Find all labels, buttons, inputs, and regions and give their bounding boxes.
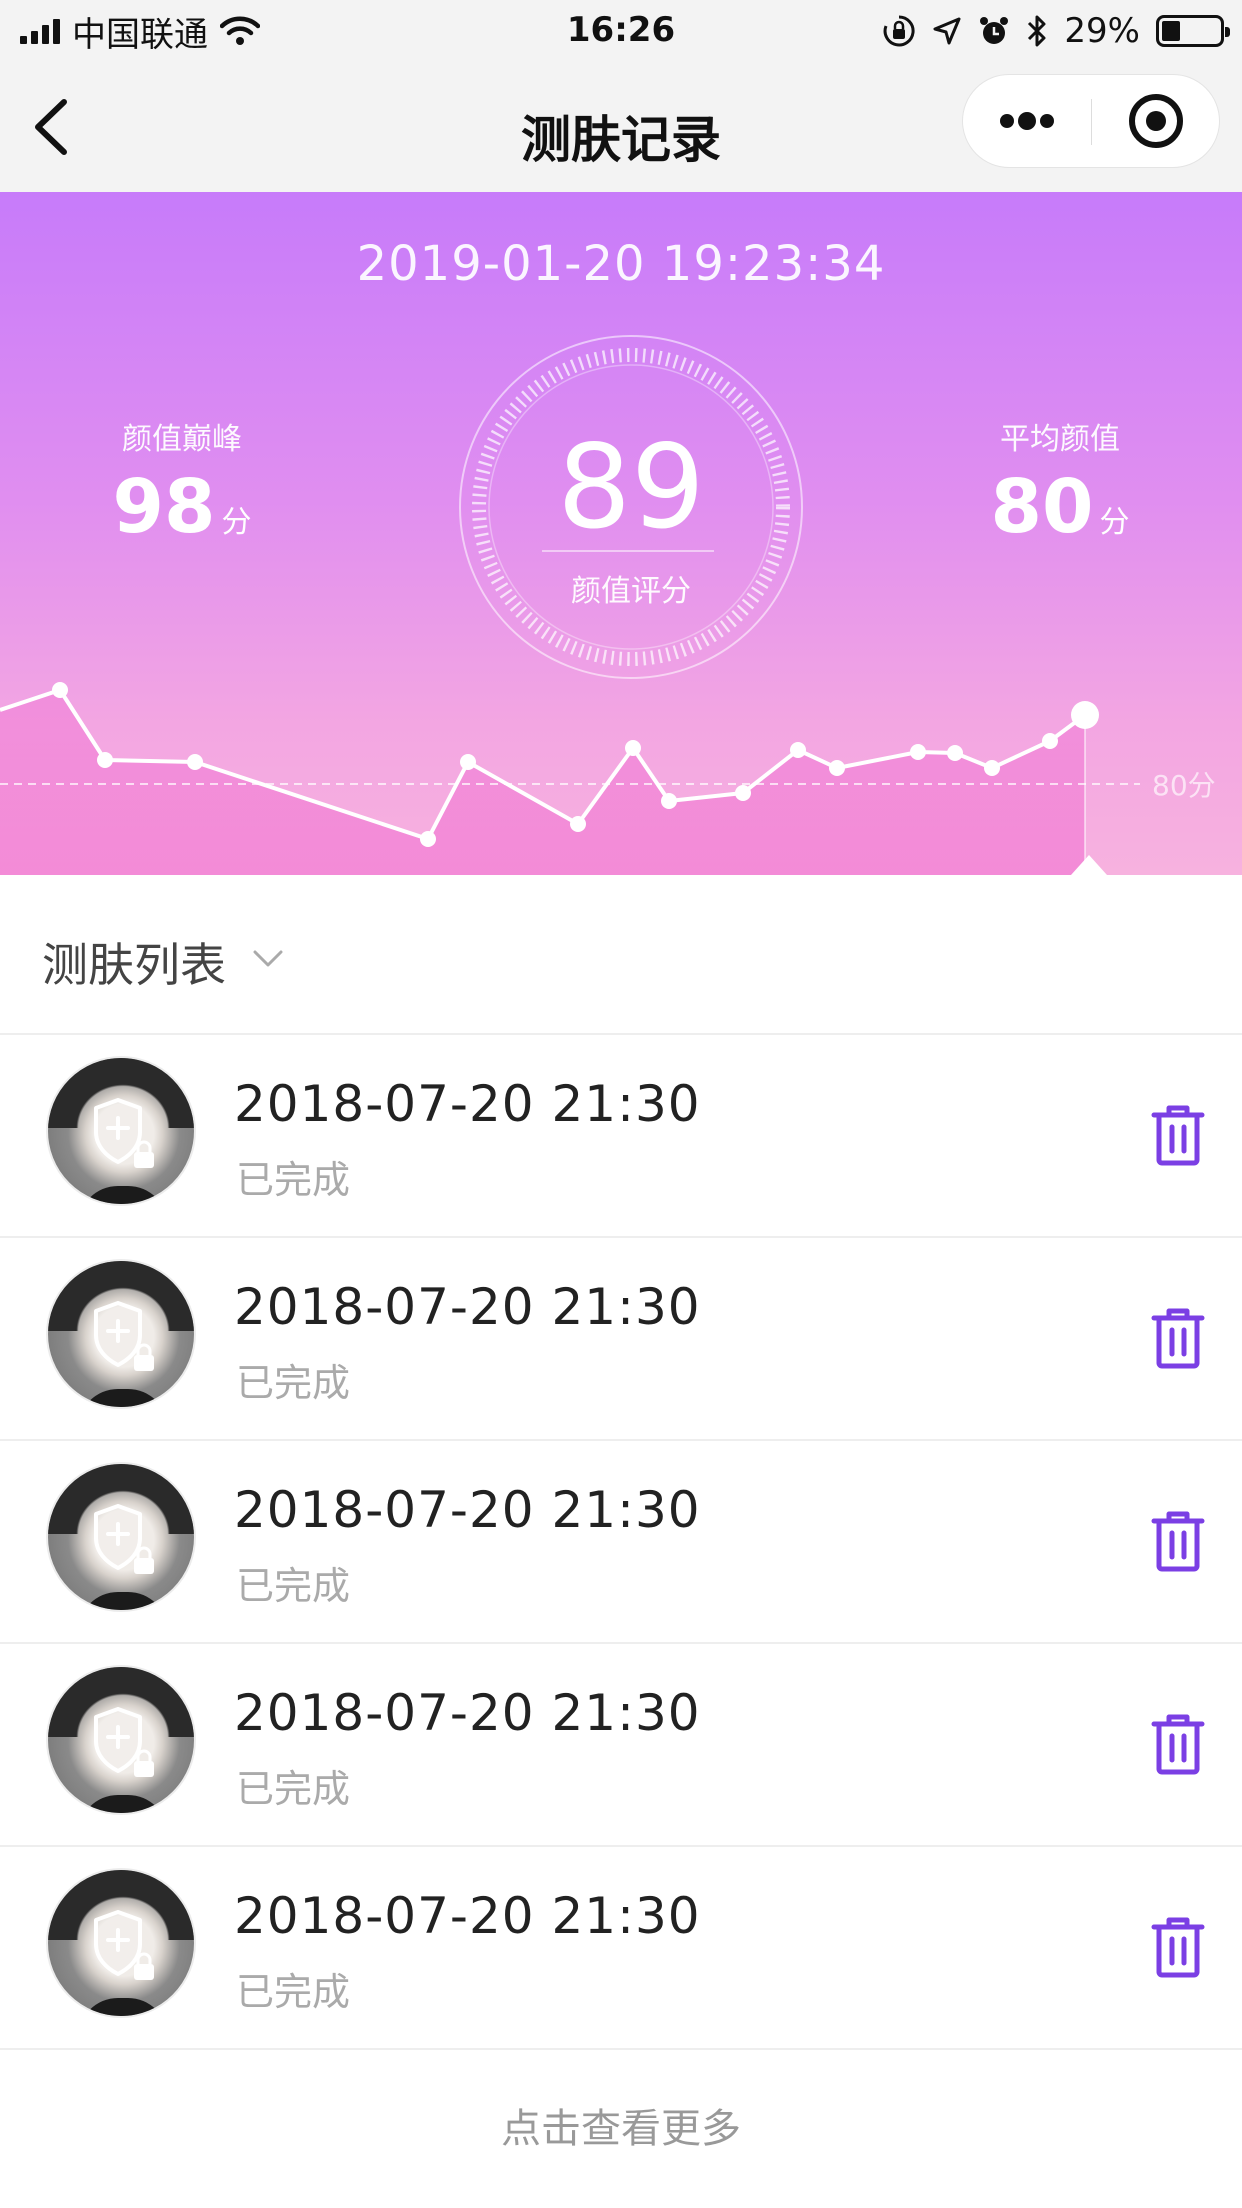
trash-icon[interactable] [1150,1712,1206,1776]
trash-icon[interactable] [1150,1509,1206,1573]
record-row[interactable]: 2018-07-20 21:30 已完成 [0,1035,1242,1238]
record-status: 已完成 [236,1158,351,1202]
trend-point [97,752,113,768]
record-list: 2018-07-20 21:30 已完成 2018-07-20 21:30 已完… [0,1035,1242,2050]
trash-icon[interactable] [1150,1103,1206,1167]
shield-lock-icon [94,1301,154,1371]
nav-bar: 测肤记录 [0,62,1242,192]
trend-point [910,744,926,760]
measure-datetime: 2019-01-20 19:23:34 [356,236,886,292]
mini-program-capsule [962,74,1220,168]
close-mini-program-button[interactable] [1092,75,1220,167]
record-row[interactable]: 2018-07-20 21:30 已完成 [0,1847,1242,2050]
trend-area [0,690,1085,875]
record-date: 2018-07-20 21:30 [234,1075,701,1133]
chevron-down-icon [253,950,283,967]
record-date: 2018-07-20 21:30 [234,1278,701,1336]
trend-point [420,831,436,847]
status-right: 29% [882,10,1230,52]
peak-score-label: 颜值巅峰 [122,422,242,457]
location-icon [933,17,961,45]
battery-percent: 29% [1064,11,1140,51]
score-label: 颜值评分 [571,574,691,609]
target-circle-icon [1129,94,1183,148]
record-date: 2018-07-20 21:30 [234,1887,701,1945]
average-score: 平均颜值 80 分 [950,414,1170,550]
trend-point [790,742,806,758]
record-status: 已完成 [236,1767,351,1811]
record-date: 2018-07-20 21:30 [234,1481,701,1539]
trend-point [1042,733,1058,749]
list-title: 测肤列表 [42,938,226,992]
trend-point [829,760,845,776]
trend-point [570,816,586,832]
shield-lock-icon [94,1504,154,1574]
record-status: 已完成 [236,1361,351,1405]
avatar [46,1056,196,1206]
avatar [46,1259,196,1409]
score-divider [542,550,714,552]
peak-score: 颜值巅峰 98 分 [72,414,292,550]
battery-icon [1156,15,1230,47]
avatar [46,1462,196,1612]
shield-lock-icon [94,1707,154,1777]
average-score-unit: 分 [1099,505,1130,540]
status-bar: 中国联通 16:26 29% [0,0,1242,62]
peak-score-unit: 分 [221,505,252,540]
trash-icon[interactable] [1150,1915,1206,1979]
average-score-value: 80 [990,464,1094,550]
score-value: 89 [557,420,705,555]
trend-point [947,745,963,761]
trend-point [187,754,203,770]
record-row[interactable]: 2018-07-20 21:30 已完成 [0,1441,1242,1644]
trend-point [984,760,1000,776]
trend-point-current[interactable] [1071,701,1099,729]
rotation-lock-icon [884,15,915,47]
average-line-label: 80分 [1152,769,1216,802]
avatar [46,1665,196,1815]
record-date: 2018-07-20 21:30 [234,1684,701,1742]
more-dots-icon [1000,112,1054,130]
bluetooth-icon [1028,15,1046,47]
shield-lock-icon [94,1910,154,1980]
trend-point [735,785,751,801]
trend-point [460,754,476,770]
trend-point [625,740,641,756]
trend-point [52,682,68,698]
average-score-label: 平均颜值 [1000,422,1120,457]
score-hero: 2019-01-20 19:23:34 颜值巅峰 98 分 89 颜值评分 平均颜… [0,192,1242,875]
list-header[interactable]: 测肤列表 [0,875,1242,1035]
more-button[interactable] [963,75,1091,167]
load-more-link[interactable]: 点击查看更多 [0,2050,1242,2208]
record-status: 已完成 [236,1970,351,2014]
trash-icon[interactable] [1150,1306,1206,1370]
alarm-icon [980,17,1009,44]
shield-lock-icon [94,1098,154,1168]
record-row[interactable]: 2018-07-20 21:30 已完成 [0,1644,1242,1847]
selection-pointer [1071,855,1107,875]
peak-score-value: 98 [112,464,216,550]
record-row[interactable]: 2018-07-20 21:30 已完成 [0,1238,1242,1441]
avatar [46,1868,196,2018]
record-status: 已完成 [236,1564,351,1608]
trend-point [661,793,677,809]
